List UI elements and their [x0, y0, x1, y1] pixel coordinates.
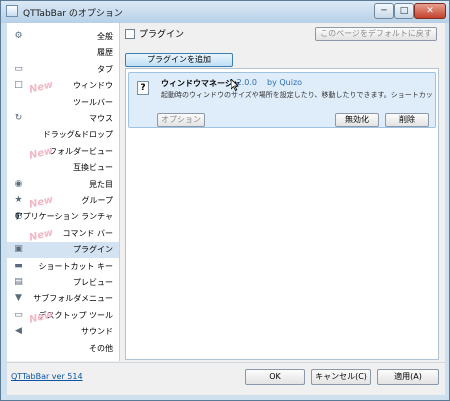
- plugin-list[interactable]: ? ウィンドウマネージャ 1.2.0.0 by Quizo 起動時のウィンドウの…: [125, 68, 439, 360]
- window-title: QTTabBar のオプション: [23, 9, 123, 19]
- app-icon: [6, 5, 18, 17]
- sidebar-item-label: 見た目: [89, 179, 113, 189]
- title-bar[interactable]: QTTabBar のオプション ─ □ ✕: [1, 1, 449, 23]
- sidebar-item-label: マウス: [89, 114, 113, 123]
- page-title: プラグイン: [139, 30, 185, 40]
- desktop-icon: ▭: [14, 309, 23, 320]
- plugin-disable-button[interactable]: 無効化: [335, 113, 379, 127]
- sidebar-item[interactable]: ⚙ 全般: [7, 29, 119, 45]
- plugin-description: 起動時のウィンドウのサイズや場所を設定したり、移動したりできます。ショートカット…: [161, 91, 433, 99]
- restore-default-button[interactable]: このページをデフォルトに戻す: [315, 27, 437, 41]
- add-plugin-button[interactable]: プラグインを追加: [125, 53, 233, 67]
- sidebar-item-label: ツールバー: [73, 97, 113, 107]
- options-window: QTTabBar のオプション ─ □ ✕ ⚙ 全般履歴 ▭ タブ □ ウィンドウツールバ…: [0, 0, 450, 401]
- mouse-icon: ↻: [14, 113, 23, 123]
- gear-icon: ⚙: [14, 31, 23, 41]
- sidebar-item-label: ドラッグ&ドロップ: [42, 130, 113, 140]
- sidebar-item-label: 互換ビュー: [73, 163, 113, 173]
- star-icon: ★: [14, 195, 23, 205]
- sidebar-item[interactable]: ◉ 見た目: [7, 177, 119, 193]
- preview-icon: ▤: [14, 277, 23, 287]
- sound-icon: ◀: [15, 326, 22, 337]
- subfolder-icon: ▼: [15, 293, 22, 304]
- sidebar-item[interactable]: 履歴: [7, 45, 119, 61]
- sidebar-item[interactable]: ドラッグ&ドロップ: [7, 127, 119, 143]
- version-link[interactable]: QTTabBar ver 514: [11, 372, 83, 381]
- window-icon: □: [14, 80, 23, 91]
- sidebar-item-label: 履歴: [97, 48, 113, 58]
- plugin-author: by Quizo: [267, 78, 303, 87]
- sidebar-item-label: グループ: [81, 196, 113, 205]
- sidebar-item-label: プラグイン: [73, 245, 113, 255]
- sidebar-item-label: ウィンドウ: [73, 81, 113, 91]
- sidebar-item[interactable]: ◀ サウンド: [7, 324, 119, 340]
- sidebar-item[interactable]: フォルダービュー: [7, 144, 119, 160]
- cancel-button[interactable]: キャンセル(C): [311, 369, 371, 385]
- sidebar-item[interactable]: ◐ アプリケーション ランチャ: [7, 209, 119, 225]
- sidebar-item[interactable]: ▤ プレビュー: [7, 275, 119, 291]
- sidebar-item-label: フォルダービュー: [49, 146, 113, 156]
- footer-divider: [7, 362, 445, 363]
- sidebar-item[interactable]: ▭ タブ: [7, 62, 119, 78]
- sidebar-item-label: サブフォルダメニュー: [33, 294, 113, 304]
- sidebar-item[interactable]: ツールバー: [7, 95, 119, 111]
- plugin-page-icon: [125, 29, 135, 39]
- tab-icon: ▭: [14, 63, 23, 74]
- minimize-button[interactable]: ─: [374, 3, 394, 19]
- help-icon: ?: [137, 81, 149, 95]
- sidebar-item-label: その他: [89, 343, 113, 353]
- sidebar-item[interactable]: 互換ビュー: [7, 160, 119, 176]
- dialog-client-area: ⚙ 全般履歴 ▭ タブ □ ウィンドウツールバー ↻ マウスドラッグ&ドロップフォルダービュー…: [7, 23, 445, 395]
- apply-button[interactable]: 適用(A): [377, 369, 439, 385]
- sidebar-item[interactable]: コマンド バー: [7, 226, 119, 242]
- sidebar-item[interactable]: ▭ デスクトップ ツール: [7, 308, 119, 324]
- sidebar-item-label: タブ: [97, 64, 113, 74]
- sidebar-item-label: アプリケーション ランチャ: [14, 212, 113, 222]
- sidebar-item[interactable]: ★ グループ: [7, 193, 119, 209]
- plugin-icon: ▣: [14, 244, 23, 255]
- sidebar-item-label: コマンド バー: [62, 228, 113, 238]
- plugin-delete-button[interactable]: 削除: [385, 113, 429, 127]
- sidebar-item[interactable]: ▼ サブフォルダメニュー: [7, 291, 119, 307]
- eye-icon: ◉: [14, 178, 23, 189]
- sidebar-item-label: プレビュー: [73, 278, 113, 287]
- keyboard-icon: ▬: [14, 260, 23, 271]
- plugin-card[interactable]: ? ウィンドウマネージャ 1.2.0.0 by Quizo 起動時のウィンドウの…: [128, 72, 436, 128]
- sidebar-item[interactable]: ▣ プラグイン: [7, 242, 119, 259]
- sidebar-item-label: ショートカット キー: [38, 261, 113, 271]
- close-button[interactable]: ✕: [414, 3, 446, 19]
- sidebar-item[interactable]: ▬ ショートカット キー: [7, 259, 119, 275]
- sidebar-item[interactable]: □ ウィンドウ: [7, 78, 119, 94]
- sidebar-item[interactable]: その他: [7, 341, 119, 357]
- settings-sidebar: ⚙ 全般履歴 ▭ タブ □ ウィンドウツールバー ↻ マウスドラッグ&ドロップフォルダービュー…: [7, 23, 120, 361]
- sidebar-item-label: サウンド: [81, 327, 113, 337]
- ok-button[interactable]: OK: [245, 369, 305, 385]
- plugin-options-button[interactable]: オプション: [157, 113, 205, 127]
- sidebar-item-label: 全般: [97, 32, 113, 41]
- sidebar-item[interactable]: ↻ マウス: [7, 111, 119, 127]
- maximize-button[interactable]: □: [394, 3, 414, 19]
- mouse-cursor-icon: [231, 79, 239, 91]
